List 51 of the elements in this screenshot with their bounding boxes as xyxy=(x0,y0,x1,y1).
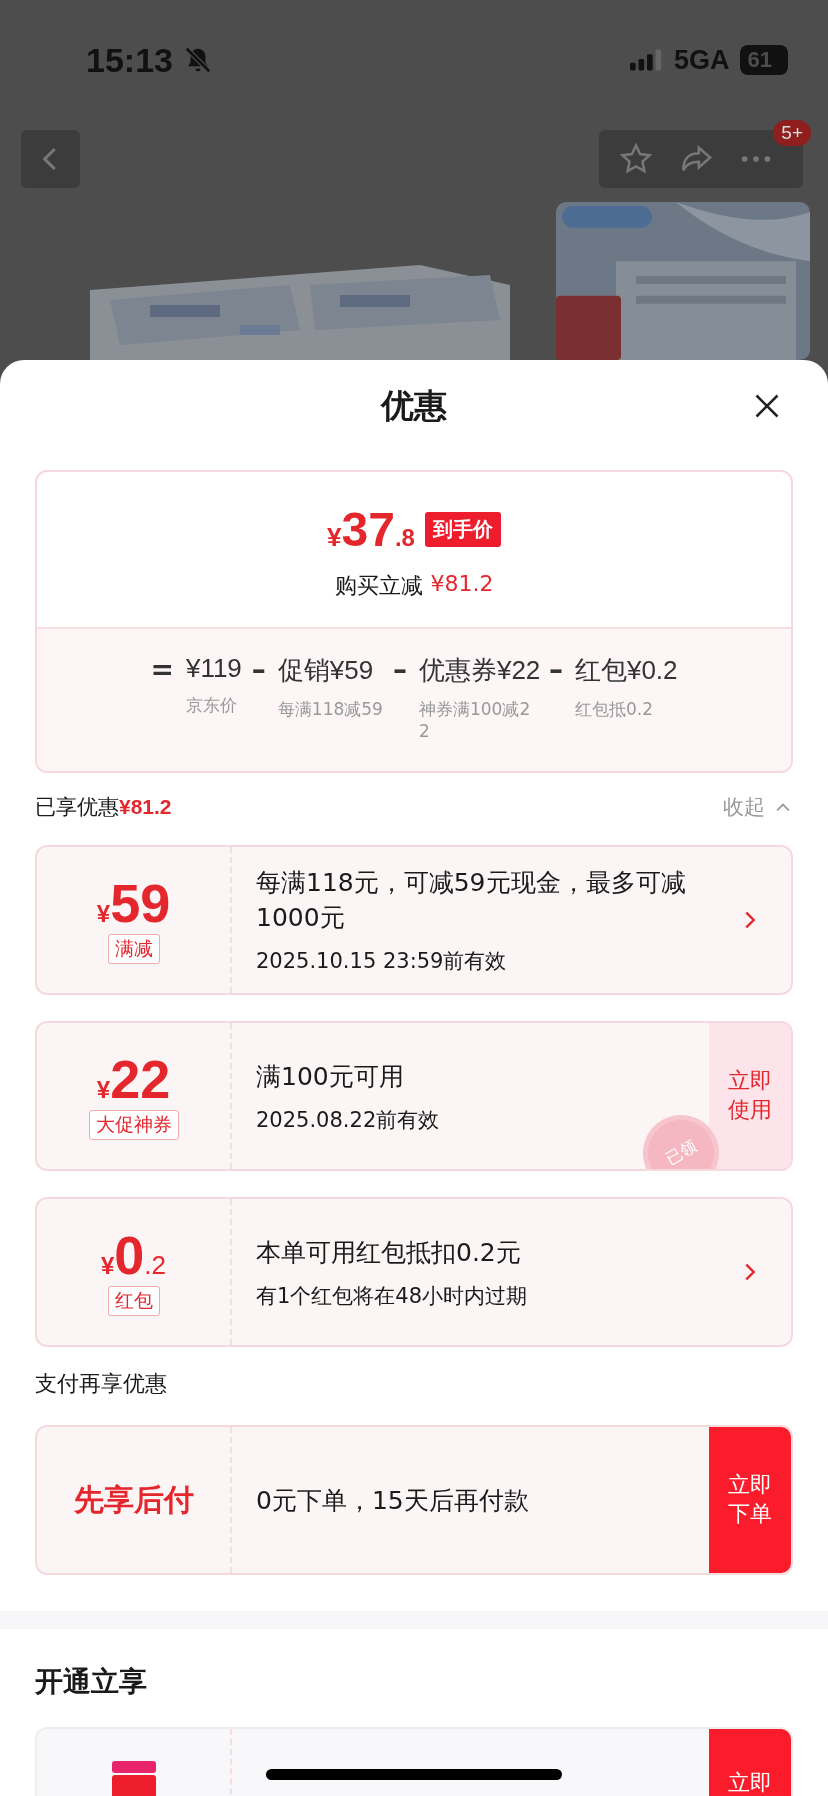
star-icon[interactable] xyxy=(619,142,653,176)
operator-sign: – xyxy=(392,653,407,688)
coupon-amount: ¥59 xyxy=(96,876,171,930)
collapse-button[interactable]: 收起 xyxy=(723,793,793,821)
close-icon[interactable] xyxy=(753,392,781,420)
section-title: 支付再享优惠 xyxy=(35,1370,168,1398)
use-now-button[interactable]: 立即使用 xyxy=(709,1023,791,1169)
breakdown-note: 红包抵0.2 xyxy=(574,698,654,721)
signal-icon xyxy=(630,49,664,71)
clock: 15:13 xyxy=(86,40,173,80)
card-icon xyxy=(111,1761,156,1796)
coupon-card[interactable]: ¥59 满减 每满118元，可减59元现金，最多可减1000元 2025.10.15 23:59前有效 xyxy=(35,845,793,995)
operator-sign: – xyxy=(548,653,563,688)
open-now-button[interactable]: 立即 xyxy=(709,1729,791,1796)
breakdown-note: 每满118减59 xyxy=(277,698,383,721)
coupon-description: 满100元可用 xyxy=(256,1060,405,1093)
breakdown-note: 神券满100减22 xyxy=(418,698,532,741)
battery-icon: 61 xyxy=(739,45,788,75)
coupon-card[interactable]: ¥22 大促神券 满100元可用 2025.08.22前有效 立即使用 已领 xyxy=(35,1021,793,1171)
saving-label: 购买立减 xyxy=(334,572,423,600)
coupon-description: 本单可用红包抵扣0.2元 xyxy=(256,1236,522,1269)
operator-sign: – xyxy=(251,653,266,688)
coupon-tag: 满减 xyxy=(107,934,160,964)
section-title: 开通立享 xyxy=(35,1664,148,1700)
coupon-card[interactable]: ¥0.2 红包 本单可用红包抵扣0.2元 有1个红包将在48小时内过期 xyxy=(35,1197,793,1347)
coupon-description: 每满118元，可减59元现金，最多可减1000元 xyxy=(256,867,687,934)
payment-description: 0元下单，15天后再付款 xyxy=(256,1484,530,1517)
network-label: 5GA xyxy=(674,44,730,76)
sheet-title: 优惠 xyxy=(381,384,447,427)
notification-badge: 5+ xyxy=(773,120,811,146)
saving-amount: ¥81.2 xyxy=(430,571,494,598)
enjoyed-label: 已享优惠 xyxy=(35,795,119,819)
enjoyed-amount: ¥81.2 xyxy=(119,795,172,818)
coupon-tag: 红包 xyxy=(107,1286,160,1316)
back-button[interactable] xyxy=(21,130,80,188)
breakdown-note: 京东价 xyxy=(185,694,238,717)
breakdown-amount: 优惠券¥22 xyxy=(418,654,539,687)
final-price: ¥37.8 xyxy=(327,502,415,557)
payment-name: 先享后付 xyxy=(73,1480,194,1519)
coupon-tag: 大促神券 xyxy=(88,1110,179,1140)
coupon-amount: ¥0.2 xyxy=(100,1228,167,1282)
coupon-validity: 有1个红包将在48小时内过期 xyxy=(256,1282,529,1310)
operator-sign: = xyxy=(150,653,174,688)
coupon-validity: 2025.10.15 23:59前有效 xyxy=(256,948,508,975)
breakdown-amount: 促销¥59 xyxy=(277,654,375,687)
coupon-validity: 2025.08.22前有效 xyxy=(256,1106,441,1134)
breakdown-amount: 红包¥0.2 xyxy=(574,654,678,687)
coupon-amount: ¥22 xyxy=(96,1052,171,1106)
order-now-button[interactable]: 立即下单 xyxy=(709,1427,791,1573)
price-tag: 到手价 xyxy=(424,512,501,547)
breakdown-amount: ¥119 xyxy=(185,653,242,684)
